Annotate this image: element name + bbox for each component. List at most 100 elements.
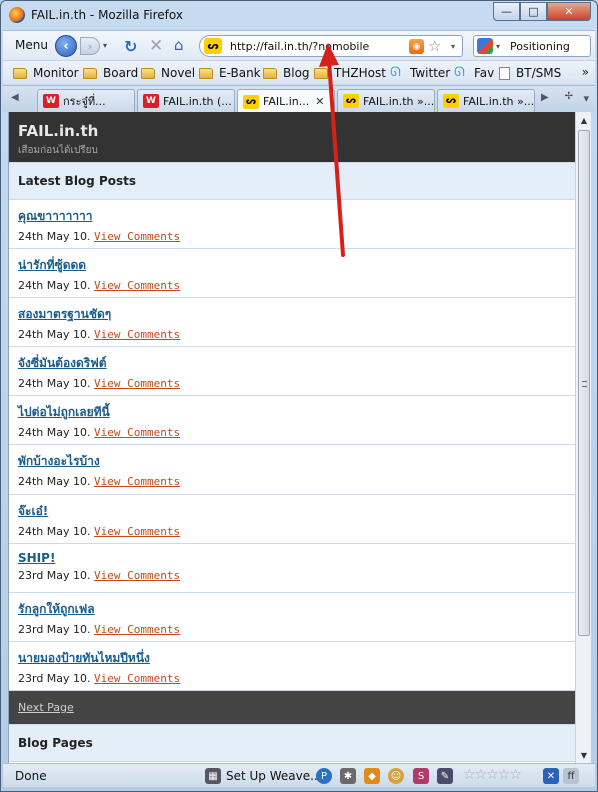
view-comments-link[interactable]: View Comments	[94, 569, 180, 582]
back-button[interactable]: ‹	[55, 35, 77, 57]
w-site-icon: W	[143, 94, 159, 108]
pen-icon[interactable]: ✎	[437, 768, 453, 784]
list-item: น่ารักที่ซู้ดดด 24th May 10. View Commen…	[9, 249, 575, 299]
search-bar[interactable]: ▾ Positioning	[473, 35, 591, 57]
post-title-link[interactable]: นายมองป้ายทันไหมปีหนึ่ง	[18, 649, 566, 668]
tab-4[interactable]: ᔕ FAIL.in.th »...	[337, 89, 435, 112]
post-title-link[interactable]: คุณขาาาาาาา	[18, 207, 566, 226]
post-title-link[interactable]: จ๊ะเอ๋!	[18, 502, 566, 521]
firefox-logo-icon	[9, 7, 25, 23]
page-icon	[499, 66, 510, 80]
bookmark-star-icon[interactable]: ☆	[428, 37, 441, 55]
stop-icon[interactable]: ✕	[149, 36, 163, 56]
reload-icon[interactable]: ↻	[124, 37, 137, 56]
fox-icon[interactable]: ◆	[364, 768, 380, 784]
google-icon[interactable]	[477, 38, 493, 54]
menu-button[interactable]: Menu	[15, 38, 48, 52]
list-item: สองมาตรฐานชัดๆ 24th May 10. View Comment…	[9, 298, 575, 348]
site-tagline: เสือมก่อนได้เปรียบ	[18, 145, 98, 156]
view-comments-link[interactable]: View Comments	[94, 623, 180, 636]
bookmarks-overflow-button[interactable]: »	[582, 65, 589, 79]
ff-icon[interactable]: ff	[563, 768, 579, 784]
post-title-link[interactable]: พักบ้างอะไรบ้าง	[18, 452, 566, 471]
view-comments-link[interactable]: View Comments	[94, 230, 180, 243]
bookmark-bt-sms[interactable]: BT/SMS	[499, 65, 561, 81]
maximize-button[interactable]: □	[520, 2, 547, 21]
browser-window: FAIL.in.th - Mozilla Firefox — □ ✕ Menu …	[0, 0, 598, 792]
weave-icon: ▦	[205, 768, 221, 784]
list-item: คุณขาาาาาาา 24th May 10. View Comments	[9, 200, 575, 250]
post-meta: 24th May 10. View Comments	[18, 328, 181, 342]
next-page-link[interactable]: Next Page	[18, 701, 74, 714]
forward-button[interactable]: ›	[80, 37, 100, 55]
fail-site-icon: ᔕ	[343, 94, 359, 108]
search-input[interactable]: Positioning	[510, 40, 590, 53]
site-favicon-icon: ᔕ	[204, 38, 222, 54]
bookmark-board[interactable]: Board	[83, 65, 138, 81]
page-viewport: FAIL.in.th เสือมก่อนได้เปรียบ Latest Blo…	[8, 112, 575, 763]
bookmark-novel[interactable]: Novel	[141, 65, 195, 81]
url-input[interactable]: http://fail.in.th/?nomobile	[230, 40, 369, 53]
bookmark-blog[interactable]: Blog	[263, 65, 310, 81]
vertical-scrollbar[interactable]: ▲ ▼	[575, 112, 591, 763]
url-dropdown-icon[interactable]: ▾	[451, 42, 455, 51]
post-meta: 23rd May 10. View Comments	[18, 671, 181, 685]
search-engine-dropdown-icon[interactable]: ▾	[496, 42, 500, 51]
scroll-up-icon[interactable]: ▲	[576, 112, 592, 128]
post-title-link[interactable]: จังซี่มันต้องดริฟต์	[18, 354, 566, 373]
post-meta: 24th May 10. View Comments	[18, 475, 181, 489]
rating-stars[interactable]: ☆☆☆☆☆	[463, 767, 522, 783]
view-comments-link[interactable]: View Comments	[94, 475, 180, 488]
addon-s-icon[interactable]: S	[413, 768, 429, 784]
status-bar: Done ▦ Set Up Weave... P ✱ ◆ ☺ S ✎ ☆☆☆☆☆…	[3, 763, 595, 787]
window-controls: — □ ✕	[493, 2, 591, 21]
scrollbar-thumb[interactable]	[578, 130, 590, 636]
bookmark-thzhost[interactable]: THZHost	[314, 65, 386, 81]
weave-setup-button[interactable]: ▦ Set Up Weave...	[205, 768, 322, 784]
site-title[interactable]: FAIL.in.th	[18, 122, 566, 140]
view-comments-link[interactable]: View Comments	[94, 525, 180, 538]
tab-3-active[interactable]: ᔕ FAIL.in... ✕	[237, 89, 335, 113]
bug-icon[interactable]: ✱	[340, 768, 356, 784]
title-bar: FAIL.in.th - Mozilla Firefox — □ ✕	[1, 1, 597, 29]
rss-feed-icon[interactable]: ◉	[409, 39, 424, 54]
tab-scroll-left-icon[interactable]: ◀	[11, 92, 19, 103]
post-title-link[interactable]: สองมาตรฐานชัดๆ	[18, 305, 566, 324]
url-bar[interactable]: ᔕ http://fail.in.th/?nomobile ◉ ☆ ▾	[199, 35, 463, 57]
post-title-link[interactable]: รักลูกให้ถูกเฟล	[18, 600, 566, 619]
history-dropdown-icon[interactable]: ▾	[103, 41, 107, 50]
view-comments-link[interactable]: View Comments	[94, 328, 180, 341]
bookmark-fav[interactable]: ᘏ Fav	[454, 65, 494, 81]
tab-list-icon[interactable]: ▾	[583, 92, 589, 105]
tab-2[interactable]: W FAIL.in.th (...	[137, 89, 235, 112]
addon-p-icon[interactable]: P	[316, 768, 332, 784]
bookmark-monitor[interactable]: Monitor	[13, 65, 79, 81]
folder-icon	[314, 67, 328, 79]
scroll-down-icon[interactable]: ▼	[576, 747, 592, 763]
view-comments-link[interactable]: View Comments	[94, 672, 180, 685]
bookmark-twitter[interactable]: ᘏ Twitter	[390, 65, 450, 81]
view-comments-link[interactable]: View Comments	[94, 426, 180, 439]
tab-scroll-right-icon[interactable]: ▶	[541, 92, 549, 103]
post-meta: 24th May 10. View Comments	[18, 279, 181, 293]
post-meta: 24th May 10. View Comments	[18, 524, 181, 538]
view-comments-link[interactable]: View Comments	[94, 377, 180, 390]
post-title-link[interactable]: SHIP!	[18, 551, 566, 565]
new-tab-icon[interactable]: ✢	[565, 91, 573, 102]
close-tab-icon[interactable]: ✕	[315, 95, 324, 108]
post-title-link[interactable]: ไปต่อไม่ถูกเลยทีนี้	[18, 403, 566, 422]
view-comments-link[interactable]: View Comments	[94, 279, 180, 292]
home-icon[interactable]: ⌂	[174, 36, 184, 54]
list-item: จังซี่มันต้องดริฟต์ 24th May 10. View Co…	[9, 347, 575, 397]
post-title-link[interactable]: น่ารักที่ซู้ดดด	[18, 256, 566, 275]
tab-5[interactable]: ᔕ FAIL.in.th »...	[437, 89, 535, 112]
bookmark-e-bank[interactable]: E-Bank	[199, 65, 261, 81]
list-item: SHIP! 23rd May 10. View Comments	[9, 544, 575, 593]
minimize-button[interactable]: —	[493, 2, 520, 21]
monkey-icon[interactable]: ☺	[388, 768, 404, 784]
addon-x-icon[interactable]: ✕	[543, 768, 559, 784]
tab-1[interactable]: W กระจู๋ที่...	[37, 89, 135, 112]
fail-site-icon: ᔕ	[443, 94, 459, 108]
close-window-button[interactable]: ✕	[547, 2, 591, 21]
latest-posts-heading: Latest Blog Posts	[9, 162, 575, 200]
